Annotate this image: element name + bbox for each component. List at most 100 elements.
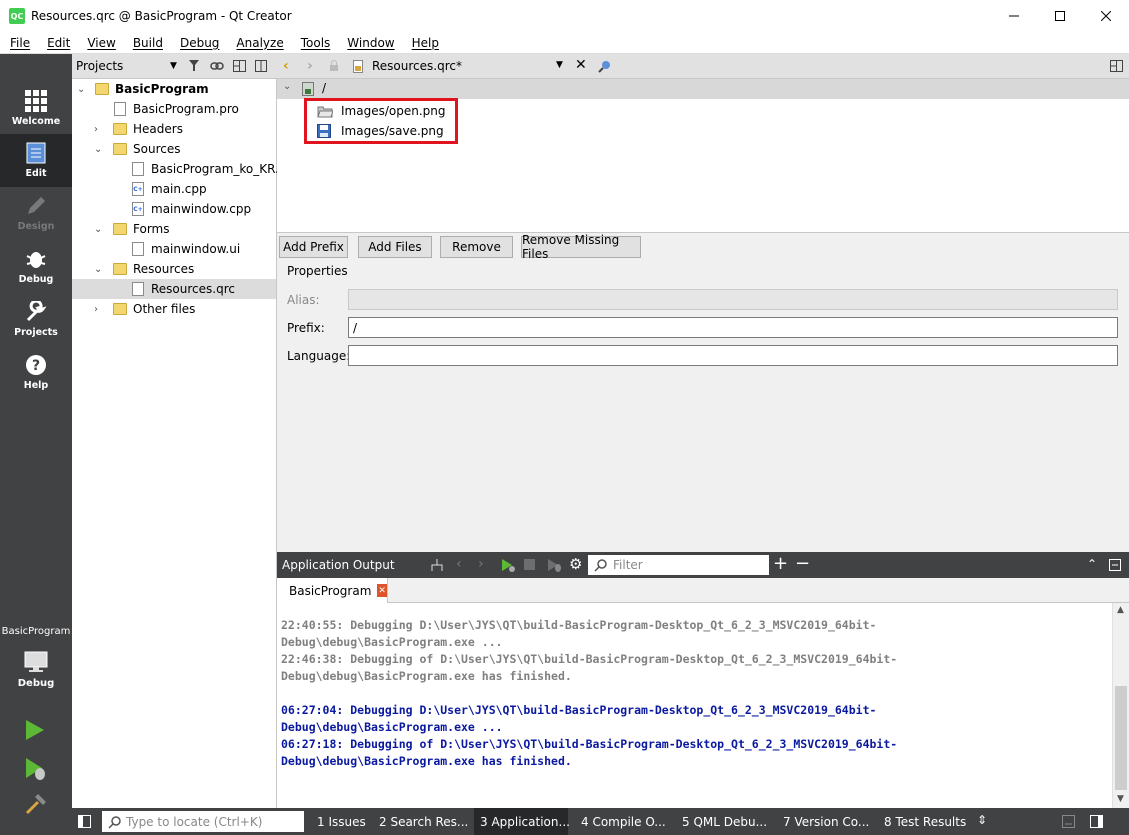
menu-view[interactable]: View (77, 36, 122, 50)
prefix-field[interactable]: / (348, 317, 1118, 338)
mode-design[interactable]: Design (0, 187, 72, 240)
remove-missing-files-button[interactable]: Remove Missing Files (521, 233, 641, 261)
maximize-pane-icon[interactable] (1109, 559, 1121, 571)
tree-item-forms[interactable]: ⌄ Forms (72, 219, 276, 239)
prev-icon[interactable]: ‹ (456, 556, 462, 572)
tree-item-resources-qrc[interactable]: Resources.qrc (72, 279, 276, 299)
chevron-down-icon[interactable]: ⌄ (283, 81, 291, 92)
menu-debug[interactable]: Debug (170, 36, 226, 50)
split-editor-icon[interactable] (1110, 60, 1123, 72)
chevron-down-icon[interactable]: ▼ (170, 61, 177, 71)
bottom-tab-qml-debugger[interactable]: 5 QML Debu... (675, 808, 767, 835)
mode-welcome[interactable]: Welcome (0, 82, 72, 135)
chevron-down-icon[interactable]: ▼ (556, 60, 563, 70)
build-button[interactable] (25, 794, 47, 816)
mode-help[interactable]: ? Help (0, 346, 72, 399)
bottom-tab-compile-output[interactable]: 4 Compile O... (574, 808, 666, 835)
menu-help[interactable]: Help (402, 36, 446, 50)
close-window-button[interactable] (1083, 0, 1129, 32)
progress-toggle-icon[interactable] (1062, 815, 1075, 828)
chevron-down-icon[interactable]: ⌄ (94, 264, 102, 275)
link-icon[interactable] (210, 60, 224, 72)
scroll-thumb[interactable] (1115, 686, 1127, 790)
language-field[interactable] (348, 345, 1118, 366)
bottom-tab-issues[interactable]: 1 Issues (310, 808, 366, 835)
tree-item-resources[interactable]: ⌄ Resources (72, 259, 276, 279)
maximize-button[interactable] (1037, 0, 1083, 32)
minus-icon[interactable]: − (795, 553, 810, 574)
bottom-tab-application-output[interactable]: 3 Application... (474, 808, 570, 835)
log-line: Debug\debug\BasicProgram.exe has finishe… (281, 754, 572, 768)
menu-analyze[interactable]: Analyze (226, 36, 290, 50)
editor-toolbar: ‹ › Resources.qrc* ▼ ✕ (277, 54, 1129, 79)
chevron-down-icon[interactable]: ⌄ (77, 84, 85, 95)
output-scrollbar[interactable]: ▲ ▼ (1112, 603, 1129, 808)
menu-file[interactable]: File (0, 36, 37, 50)
close-pane-icon[interactable] (255, 60, 267, 72)
tree-label: main.cpp (151, 182, 207, 196)
locate-icon[interactable] (598, 59, 612, 73)
close-tab-icon[interactable]: ✕ (377, 584, 387, 597)
tree-label: mainwindow.cpp (151, 202, 252, 216)
tree-item-mainwindow-cpp[interactable]: C+ mainwindow.cpp (72, 199, 276, 219)
output-filter-input[interactable]: Filter (588, 555, 769, 575)
add-icon[interactable]: + (773, 553, 788, 574)
locator-placeholder: Type to locate (Ctrl+K) (126, 814, 263, 829)
toggle-sidebar-icon[interactable] (78, 815, 91, 828)
menu-edit[interactable]: Edit (37, 36, 77, 50)
bottom-tab-test-results[interactable]: 8 Test Results (877, 808, 966, 835)
debug-attach-icon[interactable] (547, 558, 561, 572)
tree-item-headers[interactable]: › Headers (72, 119, 276, 139)
alias-label: Alias: (287, 293, 320, 307)
svg-text:?: ? (32, 358, 40, 374)
attach-icon[interactable] (430, 558, 444, 572)
bottom-tab-version-control[interactable]: 7 Version Co... (776, 808, 869, 835)
kit-selector[interactable]: Debug (0, 644, 72, 696)
tree-item-basicprogram[interactable]: ⌄ BasicProgram (72, 79, 276, 99)
mode-projects[interactable]: Projects (0, 293, 72, 346)
chevron-up-icon[interactable]: ⌃ (1087, 557, 1097, 571)
toggle-right-sidebar-icon[interactable] (1090, 815, 1103, 828)
next-icon[interactable]: › (478, 556, 484, 572)
chevron-down-icon[interactable]: ⌄ (94, 224, 102, 235)
debug-run-button[interactable] (25, 757, 47, 781)
filter-icon[interactable] (189, 60, 203, 72)
file-tab[interactable]: Resources.qrc* (372, 59, 462, 73)
split-icon[interactable] (233, 60, 247, 72)
tree-item-sources[interactable]: ⌄ Sources (72, 139, 276, 159)
back-arrow-icon[interactable]: ‹ (283, 58, 289, 74)
output-tab[interactable]: BasicProgram ✕ (277, 578, 388, 603)
chevron-right-icon[interactable]: › (94, 304, 98, 315)
settings-gear-icon[interactable]: ⚙ (569, 555, 582, 573)
menu-tools[interactable]: Tools (291, 36, 338, 50)
tree-item-ts-file[interactable]: BasicProgram_ko_KR.ts (72, 159, 290, 179)
tree-item-main-cpp[interactable]: C+ main.cpp (72, 179, 276, 199)
mode-debug[interactable]: Debug (0, 240, 72, 293)
mode-edit[interactable]: Edit (0, 134, 72, 187)
add-files-button[interactable]: Add Files (358, 236, 432, 258)
scroll-down-icon[interactable]: ▼ (1117, 794, 1124, 804)
stop-icon[interactable] (524, 559, 535, 570)
chevron-updown-icon[interactable]: ⇕ (977, 813, 987, 827)
rerun-icon[interactable] (501, 558, 515, 572)
add-prefix-button[interactable]: Add Prefix (279, 236, 348, 258)
tree-item-other-files[interactable]: › Other files (72, 299, 276, 319)
alias-field[interactable] (348, 289, 1118, 310)
menu-window[interactable]: Window (337, 36, 401, 50)
remove-button[interactable]: Remove (440, 236, 513, 258)
output-log: 22:40:55: Debugging D:\User\JYS\QT\build… (277, 603, 1112, 808)
bottom-tab-search-results[interactable]: 2 Search Res... (372, 808, 468, 835)
menu-build[interactable]: Build (123, 36, 170, 50)
resource-prefix-row[interactable]: ⌄ / (277, 79, 1129, 99)
chevron-right-icon[interactable]: › (94, 124, 98, 135)
forward-arrow-icon[interactable]: › (307, 58, 313, 74)
run-button[interactable] (25, 719, 45, 741)
chevron-down-icon[interactable]: ⌄ (94, 144, 102, 155)
tree-item-mainwindow-ui[interactable]: mainwindow.ui (72, 239, 276, 259)
scroll-up-icon[interactable]: ▲ (1117, 605, 1124, 615)
close-document-icon[interactable]: ✕ (575, 57, 587, 73)
minimize-button[interactable] (991, 0, 1037, 32)
tree-item-basicprogram-pro[interactable]: BasicProgram.pro (72, 99, 276, 119)
locator-input[interactable]: Type to locate (Ctrl+K) (102, 811, 304, 832)
properties-panel: Properties Alias: Prefix: / Language: (277, 260, 1129, 552)
